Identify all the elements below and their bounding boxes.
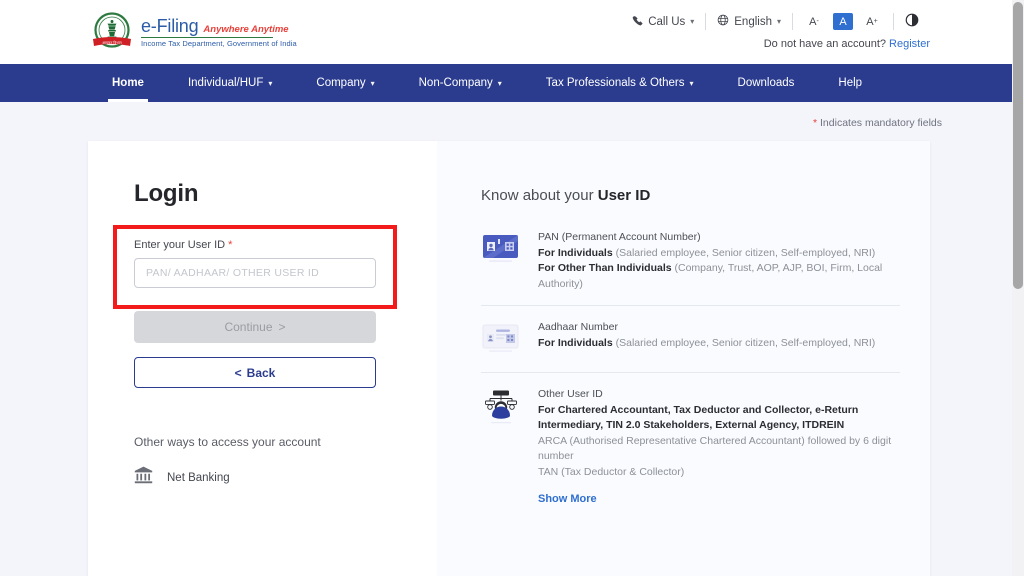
list-item-text: Aadhaar Number For Individuals (Salaried… [538, 321, 876, 349]
nav-item-help[interactable]: Help [816, 64, 884, 102]
nav-item-non-company[interactable]: Non-Company ▾ [397, 64, 524, 102]
pan-card-icon [481, 230, 521, 292]
chevron-down-icon: ▾ [776, 17, 781, 26]
net-banking-label: Net Banking [167, 471, 230, 484]
back-button[interactable]: < Back [134, 357, 376, 388]
font-decrease-button[interactable]: A- [804, 13, 824, 30]
brand-text: e-Filing Anywhere Anytime Income Tax Dep… [141, 16, 297, 48]
know-about-heading: Know about your User ID [481, 187, 651, 204]
userid-label: Enter your User ID * [134, 239, 233, 251]
list-item-text: Other User ID For Chartered Accountant, … [538, 387, 900, 508]
user-id-info-panel: Know about your User ID PAN (Permanent A… [437, 141, 930, 576]
brand-subtitle: Income Tax Department, Government of Ind… [141, 39, 297, 49]
chevron-down-icon: ▾ [370, 78, 375, 88]
list-item: PAN (Permanent Account Number) For Indiv… [481, 230, 900, 305]
list-item: Aadhaar Number For Individuals (Salaried… [481, 305, 900, 372]
page-scrollbar-track[interactable] [1012, 0, 1024, 576]
userid-field-group: Enter your User ID * [134, 239, 376, 288]
net-banking-option[interactable]: Net Banking [134, 466, 230, 489]
brand-tagline: Anywhere Anytime [203, 24, 289, 36]
nav-item-individual-huf[interactable]: Individual/HUF ▾ [166, 64, 294, 102]
chevron-down-icon: ▾ [497, 78, 502, 88]
call-us-label: Call Us [648, 15, 686, 28]
bank-icon [134, 466, 153, 489]
page-root: आयकर विभाग e-Filing Anywhere Anytime Inc… [0, 0, 1024, 576]
page-scrollbar-thumb[interactable] [1013, 2, 1023, 289]
contrast-icon [905, 13, 919, 30]
chevron-down-icon: ▾ [689, 78, 694, 88]
brand-divider [141, 37, 273, 39]
contrast-toggle-button[interactable] [894, 13, 930, 30]
list-item-text: PAN (Permanent Account Number) For Indiv… [538, 231, 883, 290]
page-title: Login [134, 180, 199, 207]
phone-icon [632, 15, 643, 29]
site-header: आयकर विभाग e-Filing Anywhere Anytime Inc… [0, 0, 1012, 64]
userid-input[interactable] [134, 258, 376, 288]
list-item: Other User ID For Chartered Accountant, … [481, 372, 900, 521]
header-utility-bar: Call Us ▾ English ▾ A- A A + [621, 13, 930, 30]
nav-item-tax-professionals[interactable]: Tax Professionals & Others ▾ [524, 64, 716, 102]
chevron-down-icon: ▾ [268, 78, 273, 88]
chevron-down-icon: ▾ [690, 17, 695, 26]
nav-item-home[interactable]: Home [90, 64, 166, 102]
chevron-left-icon: < [234, 365, 242, 380]
other-ways-heading: Other ways to access your account [134, 435, 321, 449]
register-link[interactable]: Register [889, 38, 930, 50]
globe-icon [717, 14, 729, 29]
call-us-button[interactable]: Call Us ▾ [621, 15, 705, 29]
account-prompt-text: Do not have an account? [763, 38, 887, 50]
nav-item-company[interactable]: Company ▾ [294, 64, 396, 102]
aadhaar-card-icon [481, 320, 521, 359]
font-normal-button[interactable]: A [833, 13, 853, 30]
org-person-icon [481, 387, 521, 508]
font-increase-button[interactable]: A + [862, 13, 882, 30]
font-size-controls: A- A A + [793, 13, 893, 30]
user-id-type-list: PAN (Permanent Account Number) For Indiv… [481, 230, 900, 521]
login-panel: Login Enter your User ID * Continue > < … [88, 141, 437, 576]
site-logo[interactable]: आयकर विभाग e-Filing Anywhere Anytime Inc… [90, 11, 297, 53]
register-prompt: Do not have an account? Register [764, 38, 930, 50]
chevron-right-icon: > [278, 320, 286, 334]
main-navigation: Home Individual/HUF ▾ Company ▾ Non-Comp… [0, 64, 1012, 102]
continue-button[interactable]: Continue > [134, 311, 376, 343]
brand-name: e-Filing [141, 16, 199, 37]
nav-items: Home Individual/HUF ▾ Company ▾ Non-Comp… [0, 64, 884, 102]
india-emblem-icon: आयकर विभाग [90, 11, 134, 53]
svg-text:आयकर विभाग: आयकर विभाग [102, 40, 122, 45]
language-label: English [734, 15, 772, 28]
nav-item-downloads[interactable]: Downloads [716, 64, 817, 102]
language-selector[interactable]: English ▾ [706, 14, 792, 29]
show-more-link[interactable]: Show More [538, 491, 597, 507]
mandatory-fields-note: * Indicates mandatory fields [813, 117, 942, 129]
login-card: Login Enter your User ID * Continue > < … [88, 141, 930, 576]
